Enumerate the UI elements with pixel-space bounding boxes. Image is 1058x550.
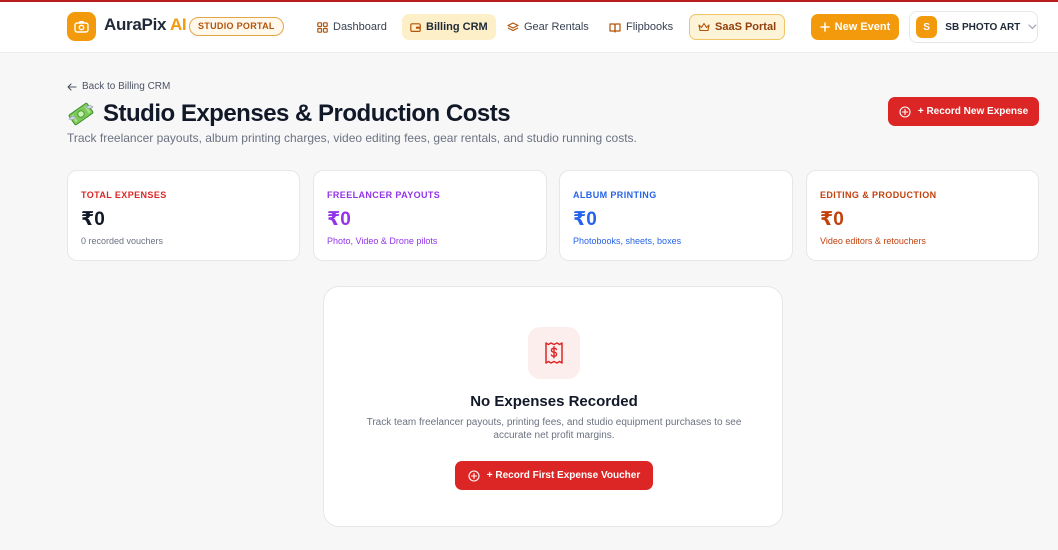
page-title: Studio Expenses & Production Costs (67, 100, 511, 128)
chevron-down-icon (1028, 24, 1037, 30)
nav-flipbooks-label: Flipbooks (626, 21, 674, 33)
brand-suffix: AI (169, 15, 187, 34)
stat-value: ₹0 (327, 209, 351, 230)
avatar: S (916, 16, 938, 38)
page-subtitle: Track freelancer payouts, album printing… (67, 131, 637, 145)
record-first-expense-button[interactable]: + Record First Expense Voucher (455, 461, 653, 490)
stat-card-freelancer-payouts: FREELANCER PAYOUTS ₹0 Photo, Video & Dro… (313, 170, 547, 261)
wallet-icon (410, 22, 421, 32)
nav-billing-crm-label: Billing CRM (426, 21, 488, 33)
stat-value: ₹0 (573, 209, 597, 230)
stat-label: FREELANCER PAYOUTS (327, 190, 441, 200)
record-first-expense-label: + Record First Expense Voucher (486, 470, 641, 481)
stat-card-album-printing: ALBUM PRINTING ₹0 Photobooks, sheets, bo… (559, 170, 793, 261)
stat-note: Photo, Video & Drone pilots (327, 236, 438, 246)
nav-billing-crm[interactable]: Billing CRM (402, 14, 496, 40)
stat-label: ALBUM PRINTING (573, 190, 657, 200)
page-title-text: Studio Expenses & Production Costs (103, 100, 511, 127)
stat-label: EDITING & PRODUCTION (820, 190, 937, 200)
plus-circle-icon (899, 105, 911, 118)
nav-flipbooks[interactable]: Flipbooks (601, 14, 681, 40)
stat-card-editing-production: EDITING & PRODUCTION ₹0 Video editors & … (806, 170, 1039, 261)
record-new-expense-label: + Record New Expense (917, 106, 1029, 117)
empty-state-description: Track team freelancer payouts, printing … (366, 417, 742, 441)
empty-state-title: No Expenses Recorded (470, 393, 638, 410)
account-name: SB PHOTO ART (945, 21, 1021, 33)
back-link-label: Back to Billing CRM (82, 81, 171, 92)
stat-note: 0 recorded vouchers (81, 236, 164, 246)
layers-icon (507, 21, 519, 31)
new-event-button[interactable]: New Event (811, 14, 899, 40)
nav-dashboard-label: Dashboard (333, 21, 387, 33)
account-menu[interactable]: S SB PHOTO ART (909, 11, 1038, 43)
stat-value: ₹0 (81, 209, 105, 230)
empty-state-card: No Expenses Recorded Track team freelanc… (323, 286, 783, 527)
plus-circle-icon (468, 469, 480, 482)
nav-gear-rentals-label: Gear Rentals (524, 21, 589, 33)
money-with-wings-icon (68, 102, 94, 126)
book-open-icon (609, 22, 621, 33)
dashboard-grid-icon (317, 21, 328, 33)
back-to-billing-crm-link[interactable]: Back to Billing CRM (67, 81, 170, 92)
nav-gear-rentals[interactable]: Gear Rentals (499, 14, 597, 40)
logo-camera-icon[interactable] (67, 12, 96, 41)
nav-saas-portal[interactable]: SaaS Portal (689, 14, 786, 40)
brand-name[interactable]: AuraPix AI (104, 15, 187, 35)
stat-card-total-expenses: TOTAL EXPENSES ₹0 0 recorded vouchers (67, 170, 300, 261)
plus-icon (819, 22, 830, 32)
stat-value: ₹0 (820, 209, 844, 230)
stat-note: Photobooks, sheets, boxes (573, 236, 682, 246)
top-navbar: AuraPix AI STUDIO PORTAL Dashboard Billi… (0, 2, 1058, 53)
studio-portal-badge: STUDIO PORTAL (189, 17, 284, 36)
stat-label: TOTAL EXPENSES (81, 190, 167, 200)
nav-dashboard[interactable]: Dashboard (309, 14, 395, 40)
new-event-label: New Event (834, 21, 891, 33)
nav-saas-portal-label: SaaS Portal (715, 21, 777, 33)
stat-note: Video editors & retouchers (820, 236, 926, 246)
record-new-expense-button[interactable]: + Record New Expense (888, 97, 1039, 126)
receipt-icon (528, 327, 580, 379)
arrow-left-icon (67, 82, 77, 91)
crown-icon (698, 22, 710, 32)
